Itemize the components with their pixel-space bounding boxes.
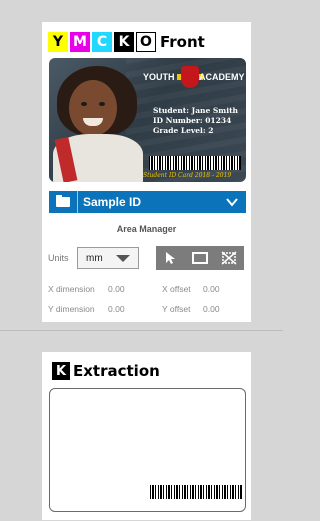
extraction-card-preview[interactable] (49, 388, 246, 512)
id-card-preview[interactable]: YOUTH ACADEMY Student: Jane Smith ID Num… (49, 58, 246, 182)
academy-logo-left-text: YOUTH (143, 72, 175, 82)
channel-y-button[interactable]: Y (48, 32, 68, 52)
channel-selector: Y M C K O Front (48, 32, 205, 52)
panel-divider (0, 330, 283, 331)
x-dimension-value: 0.00 (108, 284, 125, 294)
student-eye (99, 102, 105, 106)
channel-o-button[interactable]: O (136, 32, 156, 52)
sample-separator (77, 191, 78, 213)
extraction-title: Extraction (73, 362, 160, 380)
folder-icon (56, 195, 70, 207)
y-offset-label: Y offset (162, 304, 191, 314)
sample-dropdown-label: Sample ID (83, 195, 142, 209)
rectangle-icon (191, 252, 208, 264)
caret-down-icon (116, 254, 130, 262)
units-select-value: mm (86, 252, 103, 264)
student-face (69, 80, 117, 136)
units-label: Units (48, 253, 69, 263)
pointer-tool-button[interactable] (162, 250, 180, 266)
channel-m-button[interactable]: M (70, 32, 90, 52)
shield-icon (181, 66, 199, 88)
front-panel: Y M C K O Front YOUTH ACADEMY Student: J… (42, 22, 251, 322)
channel-k-button[interactable]: K (114, 32, 134, 52)
front-title: Front (160, 33, 205, 51)
chevron-down-icon (226, 198, 238, 207)
clear-area-tool-button[interactable] (220, 250, 238, 266)
channel-c-button[interactable]: C (92, 32, 112, 52)
grade-level-line: Grade Level: 2 (153, 126, 214, 135)
cursor-arrow-icon (165, 252, 175, 264)
area-manager-title: Area Manager (116, 224, 177, 234)
extraction-panel: K Extraction (42, 352, 251, 520)
card-info: Student: Jane Smith ID Number: 01234 Gra… (153, 106, 238, 136)
extracted-barcode (150, 485, 242, 499)
y-dimension-label: Y dimension (48, 304, 95, 314)
student-name-line: Student: Jane Smith (153, 106, 239, 115)
x-offset-label: X offset (162, 284, 191, 294)
student-eye (81, 102, 87, 106)
channel-k-badge: K (52, 362, 70, 380)
x-dimension-label: X dimension (48, 284, 95, 294)
units-select[interactable]: mm (77, 247, 139, 269)
y-dimension-value: 0.00 (108, 304, 125, 314)
card-footer: Student ID Card 2018 - 2019 (143, 172, 232, 179)
y-offset-value: 0.00 (203, 304, 220, 314)
id-number-line: ID Number: 01234 (153, 116, 232, 125)
academy-logo-right-text: ACADEMY (199, 72, 245, 82)
rectangle-tool-button[interactable] (191, 250, 209, 266)
card-barcode (149, 156, 241, 170)
academy-logo: YOUTH ACADEMY (143, 66, 245, 92)
sample-dropdown[interactable]: Sample ID (49, 191, 246, 213)
x-offset-value: 0.00 (203, 284, 220, 294)
area-tools-toolbar (156, 246, 244, 270)
delete-area-icon (221, 251, 237, 265)
